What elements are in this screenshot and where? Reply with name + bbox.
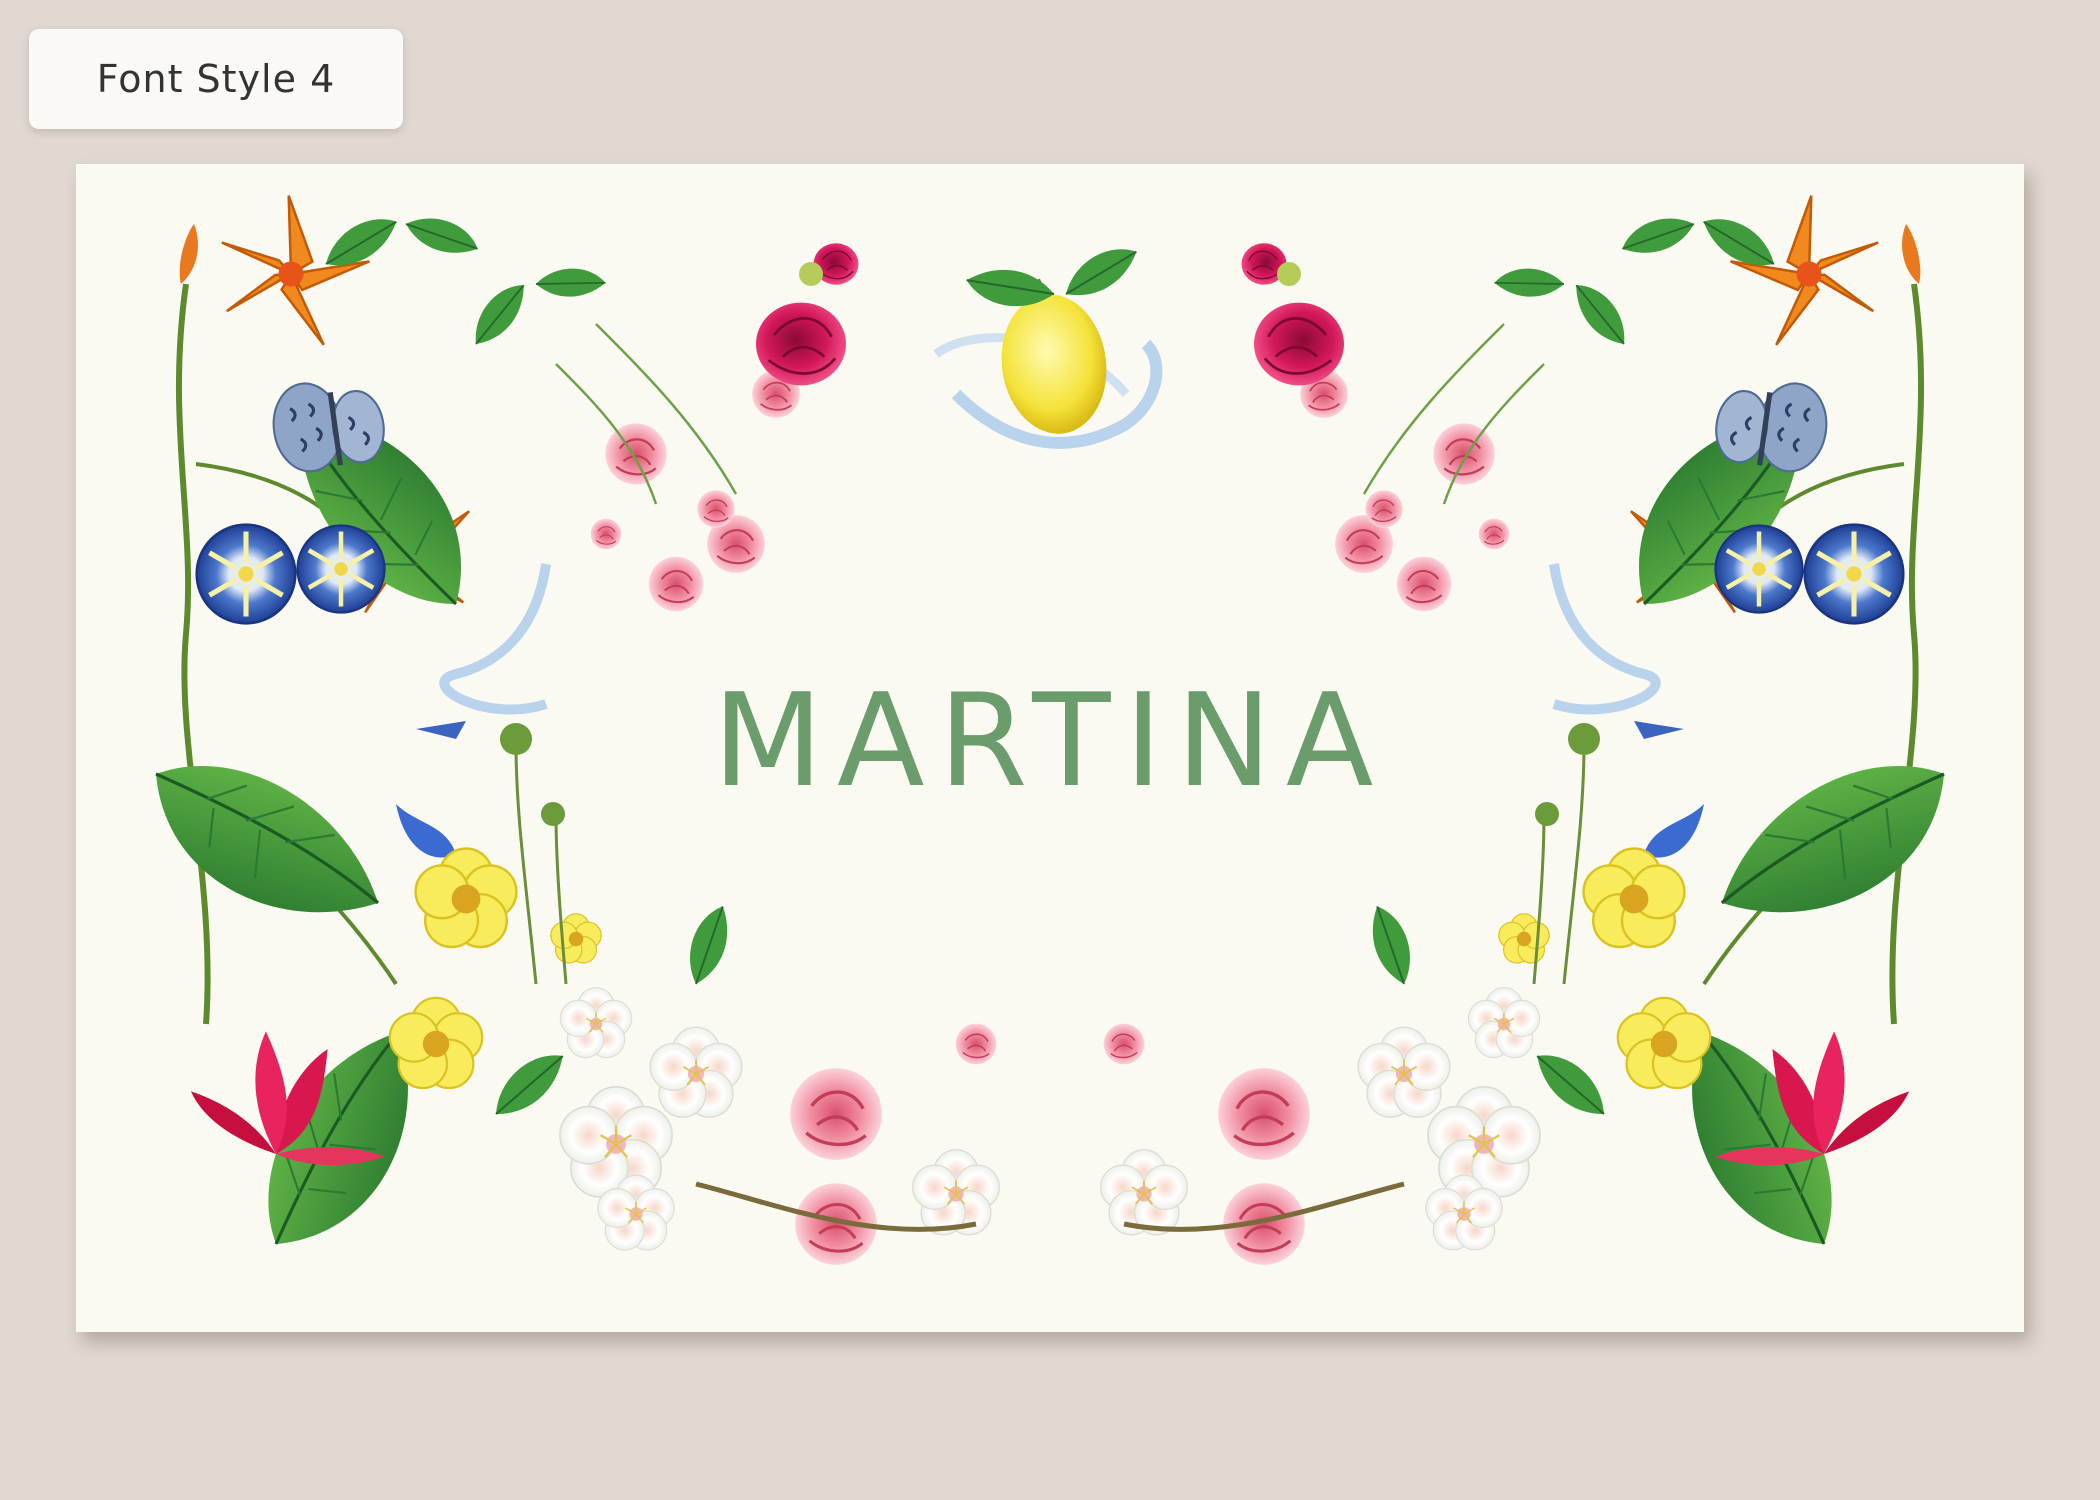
font-style-label: Font Style 4 [96, 57, 336, 101]
guest-name: MARTINA [712, 667, 1388, 816]
lemon-icon [933, 240, 1163, 449]
font-style-badge[interactable]: Font Style 4 [29, 29, 403, 129]
place-card: MARTINA [76, 164, 2024, 1332]
